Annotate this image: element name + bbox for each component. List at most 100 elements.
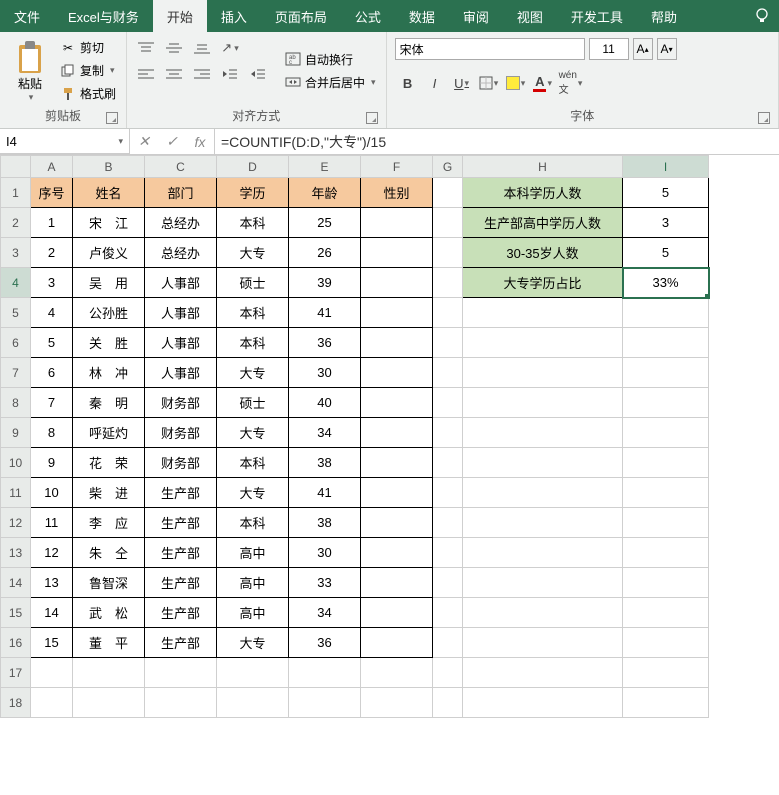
menu-review[interactable]: 审阅: [449, 0, 503, 32]
cell-G11[interactable]: [433, 478, 463, 508]
row-header-13[interactable]: 13: [1, 538, 31, 568]
cell-A10[interactable]: 9: [31, 448, 73, 478]
format-painter-button[interactable]: 格式刷: [58, 84, 118, 103]
decrease-font-button[interactable]: A▾: [657, 38, 677, 60]
cell-D5[interactable]: 本科: [217, 298, 289, 328]
row-header-14[interactable]: 14: [1, 568, 31, 598]
cell-E13[interactable]: 30: [289, 538, 361, 568]
cell-C17[interactable]: [145, 658, 217, 688]
cell-H18[interactable]: [463, 688, 623, 718]
font-size-select[interactable]: [589, 38, 629, 60]
menu-home[interactable]: 开始: [153, 0, 207, 32]
cell-A15[interactable]: 14: [31, 598, 73, 628]
cell-I17[interactable]: [623, 658, 709, 688]
cell-C4[interactable]: 人事部: [145, 268, 217, 298]
cell-F13[interactable]: [361, 538, 433, 568]
cell-E10[interactable]: 38: [289, 448, 361, 478]
cell-A1[interactable]: 序号: [31, 178, 73, 208]
cell-B17[interactable]: [73, 658, 145, 688]
row-header-17[interactable]: 17: [1, 658, 31, 688]
cell-E17[interactable]: [289, 658, 361, 688]
cell-F14[interactable]: [361, 568, 433, 598]
cell-A5[interactable]: 4: [31, 298, 73, 328]
menu-page-layout[interactable]: 页面布局: [261, 0, 341, 32]
cell-I14[interactable]: [623, 568, 709, 598]
cell-E5[interactable]: 41: [289, 298, 361, 328]
cell-B16[interactable]: 董 平: [73, 628, 145, 658]
row-header-12[interactable]: 12: [1, 508, 31, 538]
align-middle-button[interactable]: [163, 38, 185, 58]
cell-G14[interactable]: [433, 568, 463, 598]
phonetic-button[interactable]: wén文▾: [557, 72, 585, 94]
cell-C5[interactable]: 人事部: [145, 298, 217, 328]
cell-D2[interactable]: 本科: [217, 208, 289, 238]
row-header-4[interactable]: 4: [1, 268, 31, 298]
cell-G9[interactable]: [433, 418, 463, 448]
cell-A7[interactable]: 6: [31, 358, 73, 388]
cell-H6[interactable]: [463, 328, 623, 358]
cell-A11[interactable]: 10: [31, 478, 73, 508]
cell-H11[interactable]: [463, 478, 623, 508]
cell-I15[interactable]: [623, 598, 709, 628]
cell-I12[interactable]: [623, 508, 709, 538]
cell-C14[interactable]: 生产部: [145, 568, 217, 598]
row-header-2[interactable]: 2: [1, 208, 31, 238]
cell-B3[interactable]: 卢俊义: [73, 238, 145, 268]
cell-F10[interactable]: [361, 448, 433, 478]
cell-G15[interactable]: [433, 598, 463, 628]
row-header-15[interactable]: 15: [1, 598, 31, 628]
col-header-G[interactable]: G: [433, 156, 463, 178]
cell-H1[interactable]: 本科学历人数: [463, 178, 623, 208]
enter-formula-button[interactable]: ✓: [158, 133, 186, 150]
align-right-button[interactable]: [191, 64, 213, 84]
cell-D11[interactable]: 大专: [217, 478, 289, 508]
cell-F7[interactable]: [361, 358, 433, 388]
cell-E15[interactable]: 34: [289, 598, 361, 628]
cell-H16[interactable]: [463, 628, 623, 658]
copy-button[interactable]: 复制▾: [58, 61, 118, 80]
cell-F6[interactable]: [361, 328, 433, 358]
cell-G8[interactable]: [433, 388, 463, 418]
cell-E18[interactable]: [289, 688, 361, 718]
menu-help[interactable]: 帮助: [637, 0, 691, 32]
col-header-H[interactable]: H: [463, 156, 623, 178]
cell-B6[interactable]: 关 胜: [73, 328, 145, 358]
cell-I6[interactable]: [623, 328, 709, 358]
cell-I3[interactable]: 5: [623, 238, 709, 268]
cell-F11[interactable]: [361, 478, 433, 508]
cell-G2[interactable]: [433, 208, 463, 238]
cell-I2[interactable]: 3: [623, 208, 709, 238]
lightbulb-icon[interactable]: [745, 0, 779, 32]
cell-C11[interactable]: 生产部: [145, 478, 217, 508]
cell-F1[interactable]: 性别: [361, 178, 433, 208]
align-left-button[interactable]: [135, 64, 157, 84]
cell-A9[interactable]: 8: [31, 418, 73, 448]
cell-I5[interactable]: [623, 298, 709, 328]
cell-G16[interactable]: [433, 628, 463, 658]
col-header-B[interactable]: B: [73, 156, 145, 178]
cell-G18[interactable]: [433, 688, 463, 718]
cell-D7[interactable]: 大专: [217, 358, 289, 388]
row-header-6[interactable]: 6: [1, 328, 31, 358]
paste-button[interactable]: 粘贴▾: [8, 38, 52, 103]
cell-E4[interactable]: 39: [289, 268, 361, 298]
insert-function-button[interactable]: fx: [186, 134, 214, 150]
cell-D9[interactable]: 大专: [217, 418, 289, 448]
cell-F2[interactable]: [361, 208, 433, 238]
fill-color-button[interactable]: ▾: [503, 72, 529, 94]
cell-G3[interactable]: [433, 238, 463, 268]
cell-G6[interactable]: [433, 328, 463, 358]
cell-A18[interactable]: [31, 688, 73, 718]
cell-F12[interactable]: [361, 508, 433, 538]
cell-F8[interactable]: [361, 388, 433, 418]
cell-E12[interactable]: 38: [289, 508, 361, 538]
underline-button[interactable]: U▾: [449, 72, 475, 94]
increase-indent-button[interactable]: [247, 64, 269, 84]
cell-A14[interactable]: 13: [31, 568, 73, 598]
cell-B12[interactable]: 李 应: [73, 508, 145, 538]
cell-E8[interactable]: 40: [289, 388, 361, 418]
clipboard-dialog-launcher[interactable]: [106, 112, 118, 124]
cell-B7[interactable]: 林 冲: [73, 358, 145, 388]
cell-F18[interactable]: [361, 688, 433, 718]
cell-G1[interactable]: [433, 178, 463, 208]
